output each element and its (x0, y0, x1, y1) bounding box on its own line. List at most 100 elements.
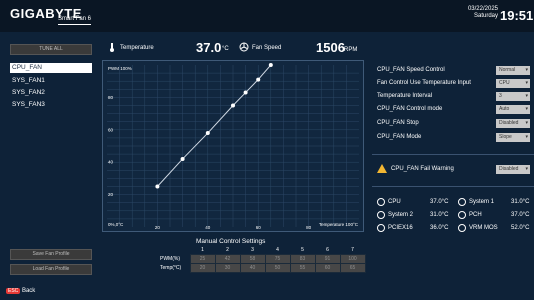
warning-icon (377, 164, 387, 173)
fan-mode-select[interactable]: Slope ▾ (496, 133, 530, 142)
curve-point-7[interactable] (268, 63, 273, 67)
temperature-value: 37.0 (196, 40, 222, 55)
chevron-down-icon: ▾ (525, 134, 528, 140)
tune-all-button[interactable]: TUNE ALL (10, 44, 92, 55)
setting-label-temp-interval: Temperature Interval (377, 93, 433, 99)
sensor-value-cpu: 37.0°C (430, 199, 449, 205)
setting-label-fan-stop: CPU_FAN Stop (377, 120, 419, 126)
temp-cell-7[interactable]: 65 (339, 263, 366, 273)
x-tick-label: 60 (256, 225, 262, 230)
fan-speed-unit: RPM (344, 47, 358, 53)
setting-label-control-mode: CPU_FAN Control mode (377, 106, 443, 112)
speed-control-select[interactable]: Normal ▾ (496, 66, 530, 75)
sensor-value-system2: 31.0°C (430, 212, 449, 218)
pwm-cell-1[interactable]: 25 (189, 254, 216, 264)
setting-label-fan-mode: CPU_FAN Mode (377, 134, 422, 140)
y-tick-label: 40 (108, 160, 114, 165)
save-fan-profile-button[interactable]: Save Fan Profile (10, 249, 92, 260)
manual-col-7: 7 (351, 247, 354, 253)
fan-stop-value: Disabled (499, 120, 519, 126)
sensor-icon (458, 224, 466, 232)
temp-cell-5[interactable]: 55 (289, 263, 316, 273)
chevron-down-icon: ▾ (525, 120, 528, 126)
fail-warning-select[interactable]: Disabled ▾ (496, 165, 530, 174)
temp-cell-2[interactable]: 30 (214, 263, 241, 273)
fan-stop-select[interactable]: Disabled ▾ (496, 119, 530, 128)
esc-key[interactable]: ESC (6, 288, 21, 294)
pwm-cell-2[interactable]: 42 (214, 254, 241, 264)
day-text: Saturday (473, 13, 498, 19)
sensor-name-system1: System 1 (469, 199, 495, 205)
sensor-value-vrm-mos: 52.0°C (511, 225, 530, 231)
manual-col-1: 1 (201, 247, 204, 253)
pwm-cell-5[interactable]: 83 (289, 254, 316, 264)
x-tick-label: 20 (155, 225, 161, 230)
fan-speed-value: 1506 (316, 40, 345, 55)
control-mode-select[interactable]: Auto ▾ (496, 105, 530, 114)
date-text: 03/22/2025 (467, 6, 498, 12)
back-label[interactable]: Back (22, 288, 35, 294)
curve-point-4[interactable] (231, 103, 235, 108)
temp-cell-6[interactable]: 60 (314, 263, 341, 273)
pwm-cell-4[interactable]: 75 (264, 254, 291, 264)
tab-smart-fan[interactable]: Smart Fan 6 (58, 16, 92, 25)
manual-control-title: Manual Control Settings (196, 238, 266, 245)
sensor-icon (377, 211, 385, 219)
fan-speed-label: Fan Speed (252, 45, 282, 51)
sensor-name-pch: PCH (469, 212, 482, 218)
temp-cell-4[interactable]: 50 (264, 263, 291, 273)
pwm-row: PWM(%) 25 42 58 75 83 91 100 (160, 254, 366, 264)
temperature-label: Temperature (120, 45, 154, 51)
curve-point-5[interactable] (243, 90, 248, 95)
chevron-down-icon: ▾ (525, 166, 528, 172)
chevron-down-icon: ▾ (525, 106, 528, 112)
curve-point-2[interactable] (180, 156, 185, 161)
setting-label-temp-input: Fan Control Use Temperature Input (377, 80, 471, 86)
fan-curve-line (157, 64, 272, 187)
temp-input-select[interactable]: CPU ▾ (496, 79, 530, 88)
temp-interval-value: 3 (499, 93, 502, 99)
fan-icon (239, 42, 249, 52)
panel-divider (372, 186, 534, 187)
load-fan-profile-button[interactable]: Load Fan Profile (10, 264, 92, 275)
fan-curve-chart: 20 40 60 80 20 40 60 80 PWM 100% Temperature 100°… (102, 60, 364, 232)
y-axis-label: PWM 100% (108, 66, 132, 71)
fan-item-sys-fan2[interactable]: SYS_FAN2 (10, 88, 92, 98)
pwm-cell-7[interactable]: 100 (339, 254, 366, 264)
sensor-value-pciex16: 36.0°C (430, 225, 449, 231)
fan-mode-value: Slope (499, 134, 512, 140)
date-display: 03/22/2025 Saturday (456, 6, 498, 20)
x-tick-label: 40 (205, 225, 211, 230)
fail-warning-value: Disabled (499, 166, 519, 172)
sensor-name-cpu: CPU (388, 199, 401, 205)
control-mode-value: Auto (499, 106, 510, 112)
pwm-cell-6[interactable]: 91 (314, 254, 341, 264)
pwm-cell-3[interactable]: 58 (239, 254, 266, 264)
temp-cell-1[interactable]: 20 (189, 263, 216, 273)
fan-item-sys-fan1[interactable]: SYS_FAN1 (10, 76, 92, 86)
sensor-value-system1: 31.0°C (511, 199, 530, 205)
curve-point-6[interactable] (256, 77, 261, 82)
thermometer-icon (110, 43, 114, 52)
y-tick-label: 80 (108, 95, 114, 100)
temp-interval-select[interactable]: 3 ▾ (496, 92, 530, 101)
fan-item-cpu-fan[interactable]: CPU_FAN (10, 63, 92, 73)
manual-col-3: 3 (251, 247, 254, 253)
pwm-row-label: PWM(%) (160, 256, 180, 262)
temp-cell-3[interactable]: 40 (239, 263, 266, 273)
curve-point-1[interactable] (155, 184, 160, 189)
chevron-down-icon: ▾ (525, 93, 528, 99)
temperature-unit: °C (222, 46, 229, 52)
manual-col-5: 5 (301, 247, 304, 253)
sensor-name-pciex16: PCIEX16 (388, 225, 413, 231)
manual-col-6: 6 (326, 247, 329, 253)
clock: 19:51 (500, 8, 534, 23)
fan-item-sys-fan3[interactable]: SYS_FAN3 (10, 100, 92, 110)
sensor-icon (377, 198, 385, 206)
curve-point-3[interactable] (205, 131, 210, 136)
sensor-name-vrm-mos: VRM MOS (469, 225, 498, 231)
footer-hint: ESC Back (0, 288, 534, 300)
fan-curve-svg[interactable]: 20 40 60 80 20 40 60 80 PWM 100% Temperature 100°… (103, 61, 363, 231)
temp-row-label: Temp(°C) (160, 265, 182, 271)
temp-row: Temp(°C) 20 30 40 50 55 60 65 (160, 263, 366, 273)
